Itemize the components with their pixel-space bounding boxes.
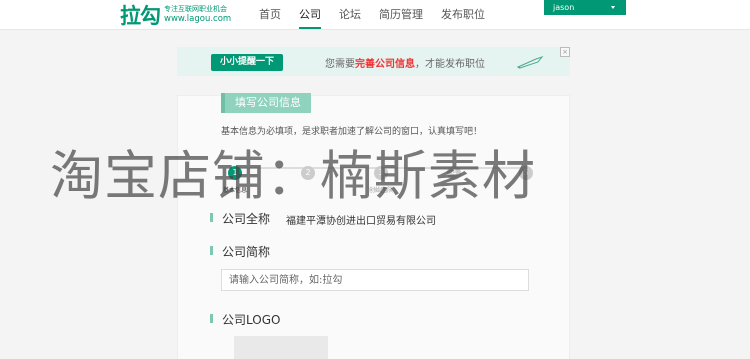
logo-mark: 拉勾	[120, 4, 161, 28]
step-label: 创始团队	[368, 187, 393, 194]
form-hint: 基本信息为必填项，是求职者加速了解公司的窗口，认真填写吧！	[221, 127, 483, 137]
nav-item-home[interactable]: 首页	[250, 0, 290, 30]
reminder-highlight-link[interactable]: 完善公司信息	[355, 59, 415, 70]
progress-steps: 1 基本信息 2 3 创始团队 4 5	[213, 160, 543, 194]
nav-item-company[interactable]: 公司	[290, 0, 330, 30]
company-info-card: 填写公司信息 基本信息为必填项，是求职者加速了解公司的窗口，认真填写吧！ 1 基…	[177, 93, 570, 359]
step-2[interactable]: 2	[283, 160, 333, 185]
main-nav: 首页 公司 论坛 简历管理 发布职位	[250, 0, 494, 30]
nav-item-post-job[interactable]: 发布职位	[432, 0, 494, 30]
logo-text: 专注互联网职业机会 www.lagou.com	[164, 6, 231, 24]
full-name-label: 公司全称	[209, 212, 271, 226]
logo-slogan: 专注互联网职业机会	[164, 5, 227, 14]
step-number: 2	[301, 166, 315, 180]
short-name-label: 公司简称	[209, 245, 271, 259]
step-4[interactable]: 4	[429, 160, 479, 185]
step-number: 5	[519, 166, 533, 180]
lagou-logo[interactable]: 拉勾 专注互联网职业机会 www.lagou.com	[120, 2, 231, 28]
reminder-banner: 小小提醒一下 您需要完善公司信息，才能发布职位 ×	[177, 47, 570, 76]
pen-icon	[516, 55, 544, 69]
user-menu-button[interactable]: jason	[544, 0, 626, 15]
close-icon[interactable]: ×	[560, 47, 570, 57]
user-name: jason	[553, 3, 575, 12]
step-founding-team[interactable]: 3 创始团队	[356, 160, 406, 194]
reminder-text: 您需要完善公司信息，才能发布职位	[325, 55, 485, 70]
logo-url: www.lagou.com	[164, 14, 232, 25]
nav-item-resume[interactable]: 简历管理	[370, 0, 432, 30]
card-title: 填写公司信息	[225, 93, 311, 113]
step-number: 4	[447, 166, 461, 180]
step-number: 1	[228, 166, 242, 180]
reminder-badge: 小小提醒一下	[211, 54, 284, 71]
top-navbar: 拉勾 专注互联网职业机会 www.lagou.com 首页 公司 论坛 简历管理…	[0, 0, 750, 30]
step-label: 基本信息	[222, 187, 247, 194]
logo-upload-area[interactable]	[234, 336, 328, 359]
step-number: 3	[374, 166, 388, 180]
step-basic-info[interactable]: 1 基本信息	[210, 160, 260, 194]
reminder-text-after: ，才能发布职位	[415, 59, 485, 70]
step-5[interactable]: 5	[501, 160, 551, 185]
short-name-input[interactable]	[221, 269, 529, 291]
nav-item-forum[interactable]: 论坛	[330, 0, 370, 30]
logo-label: 公司LOGO	[209, 313, 281, 327]
reminder-text-before: 您需要	[325, 59, 355, 70]
full-name-value: 福建平潭协创进出口贸易有限公司	[286, 216, 436, 227]
caret-down-icon	[611, 6, 615, 9]
